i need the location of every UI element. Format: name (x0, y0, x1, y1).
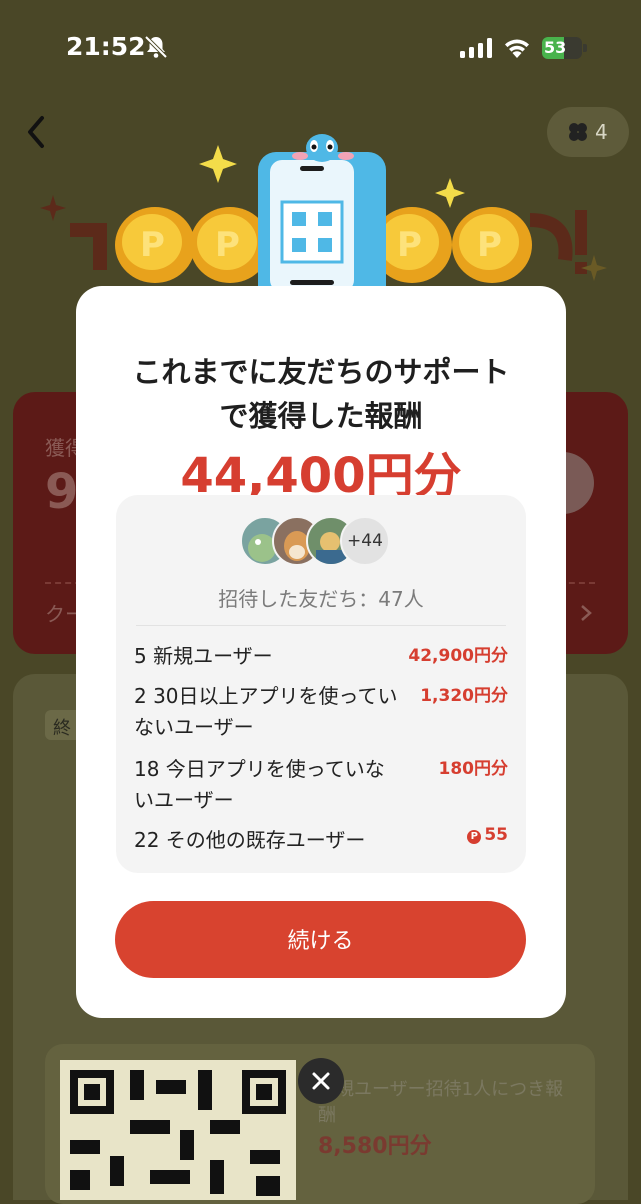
svg-text:P: P (397, 225, 422, 265)
section-tag-text: 終 (53, 718, 71, 739)
point-value: 55 (484, 825, 508, 845)
reward-row-value: P 55 (467, 825, 508, 845)
reward-row-label: 2 30日以上アプリを使っていないユーザー (134, 684, 398, 739)
reward-row-label: 22 その他の既存ユーザー (134, 828, 366, 852)
status-bar: 21:52 53 (0, 0, 641, 96)
qr-caption: 新規ユーザー招待1人につき報酬 (318, 1079, 564, 1126)
status-time: 21:52 (66, 32, 146, 61)
reward-row-label: 18 今日アプリを使っていないユーザー (134, 757, 385, 812)
invited-count: 招待した友だち：47人 (218, 587, 424, 611)
modal-title-line2: で獲得した報酬 (219, 399, 423, 433)
close-button[interactable] (298, 1058, 344, 1104)
reward-row-value: 42,900円分 (408, 646, 508, 666)
continue-button[interactable]: 続ける (115, 901, 526, 978)
reward-row-value: 1,320円分 (420, 686, 508, 706)
battery-level: 53 (544, 38, 567, 57)
phone-mascot-icon (258, 134, 386, 310)
svg-text:P: P (215, 225, 240, 265)
qr-reward: 8,580円分 (318, 1134, 432, 1159)
invite-summary-box: +44 招待した友だち：47人 5 新規ユーザー 42,900円分 2 30日以… (116, 495, 526, 873)
close-icon (312, 1072, 330, 1090)
cellular-signal-icon (460, 38, 492, 58)
card-amount: 9 (45, 464, 79, 520)
svg-text:P: P (477, 225, 502, 265)
modal-title: これまでに友だちのサポート で獲得した報酬 (76, 350, 566, 438)
qr-code (60, 1060, 296, 1200)
wifi-icon (505, 39, 529, 58)
bell-off-icon (144, 35, 168, 59)
battery-indicator: 53 (542, 37, 588, 59)
chevron-right-icon[interactable] (580, 604, 592, 622)
svg-text:P: P (140, 225, 165, 265)
summary-divider (136, 625, 506, 626)
friend-avatars: +44 (240, 516, 390, 566)
point-icon: P (467, 830, 482, 844)
modal-title-line1: これまでに友だちのサポート (132, 355, 510, 389)
reward-row-label: 5 新規ユーザー (134, 644, 273, 668)
avatar-more-count: +44 (340, 516, 390, 566)
reward-modal: これまでに友だちのサポート で獲得した報酬 44,400円分 +44 招待した友… (76, 286, 566, 1018)
reward-row-value: 180円分 (438, 759, 509, 779)
